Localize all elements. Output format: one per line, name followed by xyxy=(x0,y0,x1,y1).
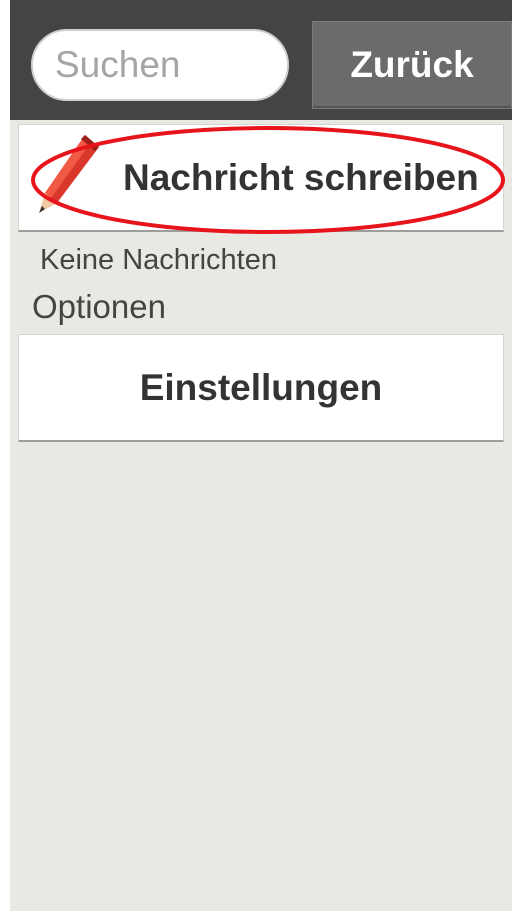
compose-message-button[interactable]: Nachricht schreiben xyxy=(18,124,504,232)
messages-screen: Zurück Nachricht schreiben Keine Nachric… xyxy=(10,0,512,911)
search-input[interactable] xyxy=(31,29,289,101)
compose-message-label: Nachricht schreiben xyxy=(123,157,479,198)
settings-label: Einstellungen xyxy=(139,366,383,408)
top-bar: Zurück xyxy=(10,0,512,120)
no-messages-text: Keine Nachrichten xyxy=(40,244,277,276)
pencil-icon xyxy=(39,135,99,213)
settings-button[interactable]: Einstellungen xyxy=(18,334,504,442)
options-section-label: Optionen xyxy=(32,288,166,325)
back-button[interactable]: Zurück xyxy=(312,21,512,109)
